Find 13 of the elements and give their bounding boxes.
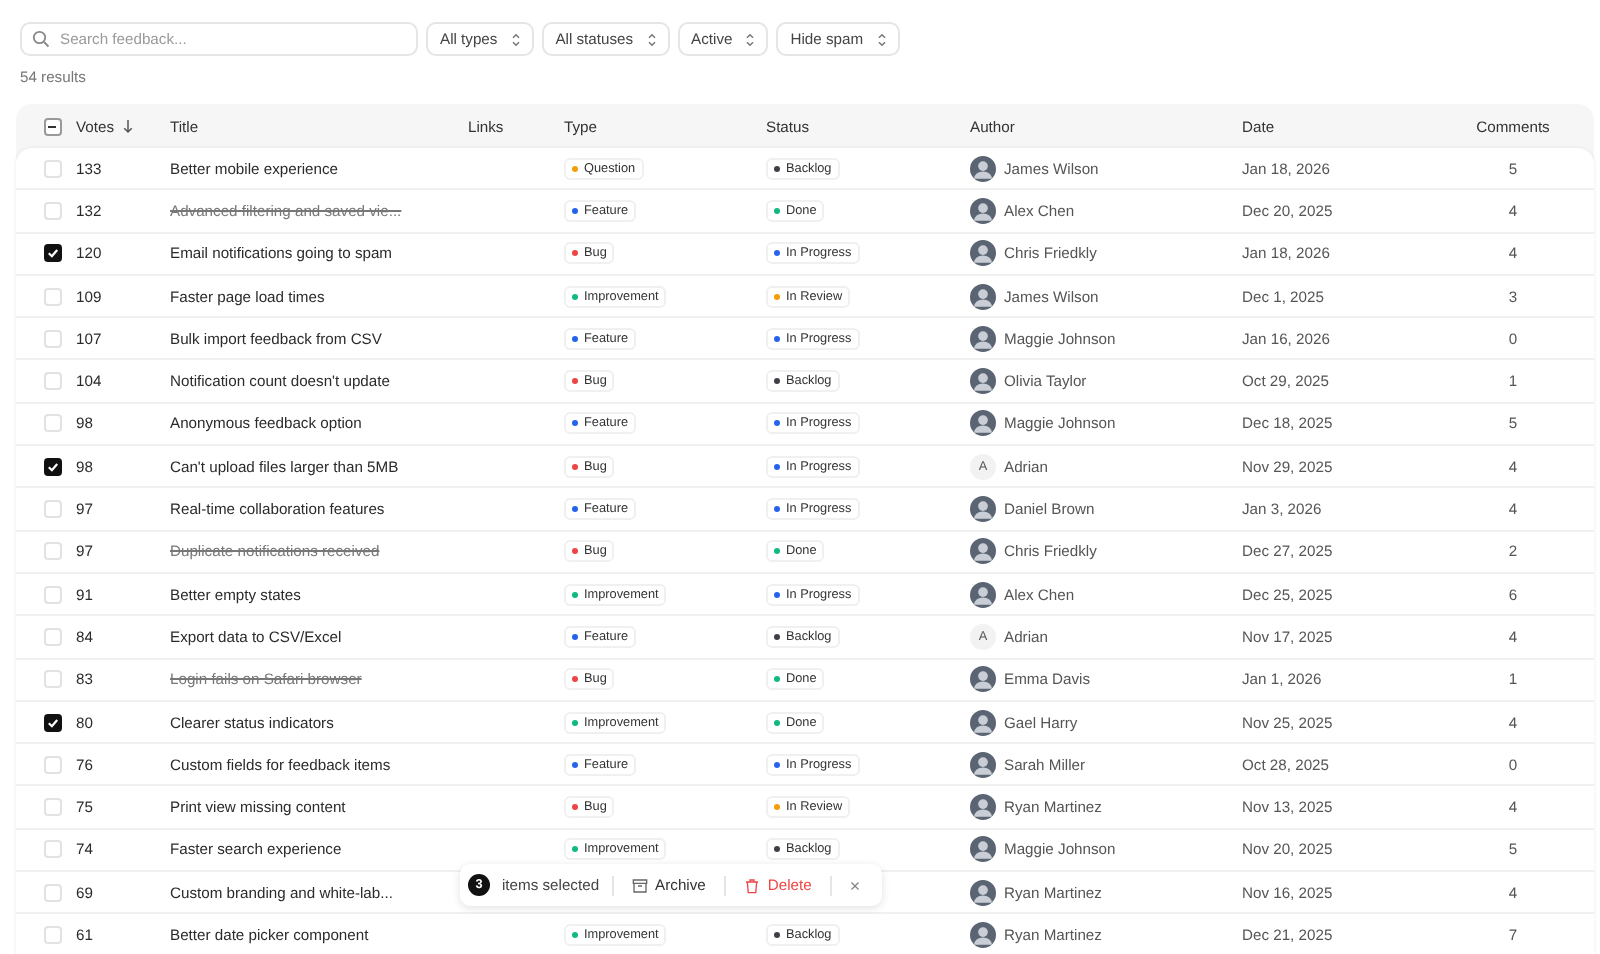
chevron-up-down-icon — [645, 31, 658, 47]
trash-icon — [743, 877, 760, 893]
sort-arrow-icon[interactable] — [122, 118, 134, 134]
chevron-up-down-icon — [875, 31, 888, 47]
chevron-up-down-icon — [744, 31, 757, 47]
chevron-up-down-icon — [509, 31, 522, 47]
close-button[interactable]: × — [843, 875, 867, 895]
search-icon — [32, 30, 50, 48]
row-checkbox[interactable] — [43, 244, 61, 263]
select-all-checkbox[interactable] — [43, 117, 61, 135]
row-checkbox[interactable] — [43, 457, 61, 476]
archive-icon — [631, 877, 648, 893]
row-checkbox[interactable] — [43, 713, 61, 731]
